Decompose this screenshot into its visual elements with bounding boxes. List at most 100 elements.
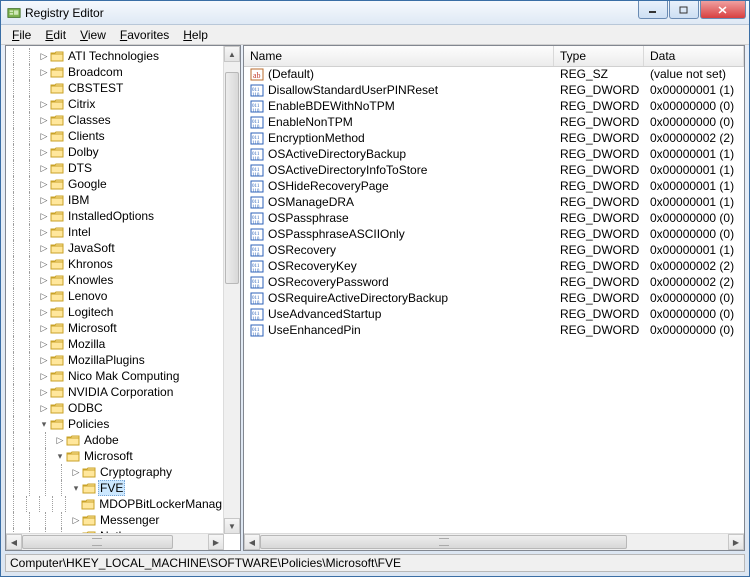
expand-icon[interactable]: ▷: [38, 128, 50, 144]
column-header-data[interactable]: Data: [644, 46, 744, 66]
tree-horizontal-scrollbar[interactable]: ◀ ▶: [6, 533, 224, 550]
tree-item[interactable]: ▷Nico Mak Computing: [6, 368, 224, 384]
list-row[interactable]: (Default)REG_SZ(value not set): [244, 66, 744, 82]
expand-icon[interactable]: ▷: [38, 304, 50, 320]
list-horizontal-scrollbar[interactable]: ◀ ▶: [244, 533, 744, 550]
tree-item[interactable]: ▷DTS: [6, 160, 224, 176]
list-row[interactable]: OSActiveDirectoryBackupREG_DWORD0x000000…: [244, 146, 744, 162]
column-header-type[interactable]: Type: [554, 46, 644, 66]
tree-item[interactable]: ▷Clients: [6, 128, 224, 144]
tree-item[interactable]: ▷JavaSoft: [6, 240, 224, 256]
tree-item[interactable]: ▷Broadcom: [6, 64, 224, 80]
tree-item[interactable]: MDOPBitLockerManag: [6, 496, 224, 512]
registry-tree[interactable]: ▷ATI Technologies▷BroadcomCBSTEST▷Citrix…: [6, 46, 224, 550]
tree-item[interactable]: ▾Policies: [6, 416, 224, 432]
titlebar[interactable]: Registry Editor: [1, 1, 749, 25]
tree-item[interactable]: ▷Google: [6, 176, 224, 192]
expand-icon[interactable]: ▷: [38, 48, 50, 64]
tree-item[interactable]: ▷Logitech: [6, 304, 224, 320]
scroll-right-arrow-icon[interactable]: ▶: [208, 534, 224, 550]
tree-item[interactable]: ▷Cryptography: [6, 464, 224, 480]
expand-icon[interactable]: ▷: [38, 224, 50, 240]
collapse-icon[interactable]: ▾: [70, 480, 82, 496]
tree-item[interactable]: ▷Lenovo: [6, 288, 224, 304]
tree-item[interactable]: ▷Mozilla: [6, 336, 224, 352]
expand-icon[interactable]: ▷: [38, 352, 50, 368]
values-list[interactable]: (Default)REG_SZ(value not set)DisallowSt…: [244, 66, 744, 534]
list-row[interactable]: OSRequireActiveDirectoryBackupREG_DWORD0…: [244, 290, 744, 306]
menu-favorites[interactable]: Favorites: [113, 27, 176, 43]
list-row[interactable]: EnableBDEWithNoTPMREG_DWORD0x00000000 (0…: [244, 98, 744, 114]
list-row[interactable]: DisallowStandardUserPINResetREG_DWORD0x0…: [244, 82, 744, 98]
expand-icon[interactable]: ▷: [38, 208, 50, 224]
expand-icon[interactable]: ▷: [38, 176, 50, 192]
expand-icon[interactable]: ▷: [38, 160, 50, 176]
tree-item[interactable]: ▷Khronos: [6, 256, 224, 272]
tree-item[interactable]: ▷InstalledOptions: [6, 208, 224, 224]
menu-view[interactable]: View: [73, 27, 113, 43]
expand-icon[interactable]: ▷: [38, 192, 50, 208]
list-row[interactable]: OSManageDRAREG_DWORD0x00000001 (1): [244, 194, 744, 210]
collapse-icon[interactable]: ▾: [38, 416, 50, 432]
tree-item[interactable]: ▷Dolby: [6, 144, 224, 160]
expand-icon[interactable]: ▷: [38, 368, 50, 384]
tree-item[interactable]: ▷ODBC: [6, 400, 224, 416]
menu-edit[interactable]: Edit: [38, 27, 73, 43]
list-row[interactable]: OSRecoveryREG_DWORD0x00000001 (1): [244, 242, 744, 258]
collapse-icon[interactable]: ▾: [54, 448, 66, 464]
list-row[interactable]: OSHideRecoveryPageREG_DWORD0x00000001 (1…: [244, 178, 744, 194]
expand-icon[interactable]: ▷: [38, 144, 50, 160]
tree-item[interactable]: CBSTEST: [6, 80, 224, 96]
expand-icon[interactable]: ▷: [70, 512, 82, 528]
minimize-button[interactable]: [638, 1, 668, 19]
list-row[interactable]: OSPassphraseREG_DWORD0x00000000 (0): [244, 210, 744, 226]
tree-item[interactable]: ▷Knowles: [6, 272, 224, 288]
scroll-thumb[interactable]: [260, 535, 627, 549]
expand-icon[interactable]: ▷: [54, 432, 66, 448]
scroll-right-arrow-icon[interactable]: ▶: [728, 534, 744, 550]
list-row[interactable]: EncryptionMethodREG_DWORD0x00000002 (2): [244, 130, 744, 146]
scroll-down-arrow-icon[interactable]: ▼: [224, 518, 240, 534]
expand-icon[interactable]: ▷: [38, 384, 50, 400]
list-row[interactable]: OSActiveDirectoryInfoToStoreREG_DWORD0x0…: [244, 162, 744, 178]
menu-file[interactable]: File: [5, 27, 38, 43]
tree-item[interactable]: ▷Messenger: [6, 512, 224, 528]
tree-item[interactable]: ▷IBM: [6, 192, 224, 208]
tree-vertical-scrollbar[interactable]: ▲ ▼: [223, 46, 240, 534]
menu-help[interactable]: Help: [176, 27, 215, 43]
scroll-left-arrow-icon[interactable]: ◀: [6, 534, 22, 550]
expand-icon[interactable]: ▷: [70, 464, 82, 480]
expand-icon[interactable]: ▷: [38, 320, 50, 336]
expand-icon[interactable]: ▷: [38, 400, 50, 416]
scroll-thumb[interactable]: [22, 535, 173, 549]
expand-icon[interactable]: ▷: [38, 272, 50, 288]
list-row[interactable]: OSRecoveryKeyREG_DWORD0x00000002 (2): [244, 258, 744, 274]
tree-item[interactable]: ▷MozillaPlugins: [6, 352, 224, 368]
expand-icon[interactable]: ▷: [38, 96, 50, 112]
column-header-name[interactable]: Name: [244, 46, 554, 66]
scroll-left-arrow-icon[interactable]: ◀: [244, 534, 260, 550]
expand-icon[interactable]: ▷: [38, 288, 50, 304]
expand-icon[interactable]: ▷: [38, 240, 50, 256]
list-row[interactable]: EnableNonTPMREG_DWORD0x00000000 (0): [244, 114, 744, 130]
list-row[interactable]: OSRecoveryPasswordREG_DWORD0x00000002 (2…: [244, 274, 744, 290]
tree-item[interactable]: ▷Intel: [6, 224, 224, 240]
list-row[interactable]: OSPassphraseASCIIOnlyREG_DWORD0x00000000…: [244, 226, 744, 242]
close-button[interactable]: [700, 1, 746, 19]
tree-item[interactable]: ▾FVE: [6, 480, 224, 496]
tree-item[interactable]: ▷NVIDIA Corporation: [6, 384, 224, 400]
tree-item[interactable]: ▷Classes: [6, 112, 224, 128]
expand-icon[interactable]: ▷: [38, 112, 50, 128]
list-row[interactable]: UseAdvancedStartupREG_DWORD0x00000000 (0…: [244, 306, 744, 322]
tree-item[interactable]: ▷Adobe: [6, 432, 224, 448]
expand-icon[interactable]: ▷: [38, 256, 50, 272]
tree-item[interactable]: ▾Microsoft: [6, 448, 224, 464]
tree-item[interactable]: ▷ATI Technologies: [6, 48, 224, 64]
tree-item[interactable]: ▷Microsoft: [6, 320, 224, 336]
expand-icon[interactable]: ▷: [38, 336, 50, 352]
tree-item[interactable]: ▷Citrix: [6, 96, 224, 112]
expand-icon[interactable]: ▷: [38, 64, 50, 80]
scroll-up-arrow-icon[interactable]: ▲: [224, 46, 240, 62]
scroll-thumb[interactable]: [225, 72, 239, 284]
maximize-button[interactable]: [669, 1, 699, 19]
